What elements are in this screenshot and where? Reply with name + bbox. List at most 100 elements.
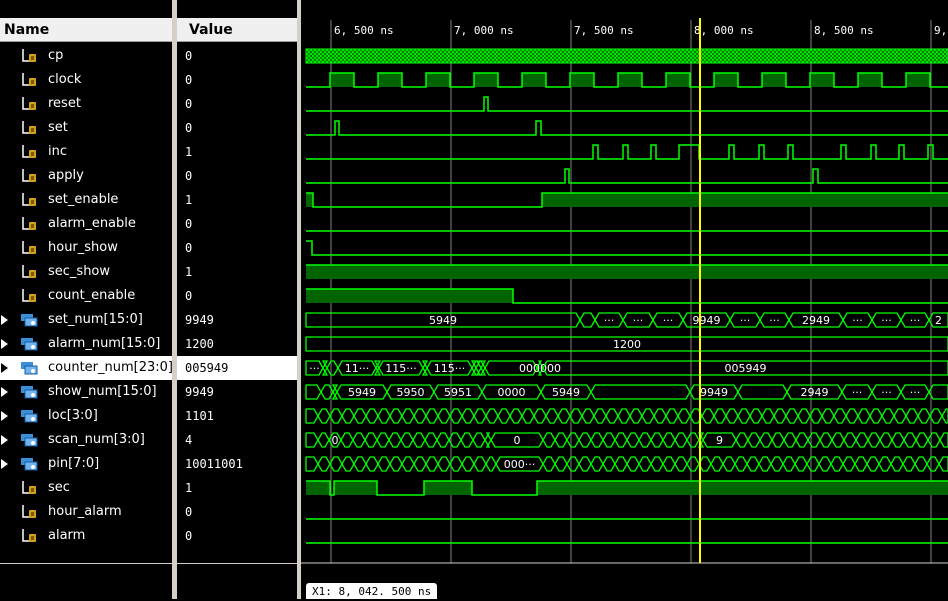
high-fill — [762, 73, 786, 87]
high-fill — [714, 73, 738, 87]
signal-value: 1 — [185, 145, 193, 159]
bus-segment — [785, 408, 799, 424]
bus-segment — [484, 432, 492, 448]
bus-segment — [305, 432, 319, 448]
scalar-signal-icon — [22, 505, 36, 518]
expand-arrow-icon[interactable] — [1, 363, 8, 373]
bus-segment — [593, 408, 607, 424]
signal-value: 1 — [185, 481, 193, 495]
high-fill — [858, 73, 882, 87]
bus-signal-icon — [21, 338, 38, 351]
bus-segment — [879, 432, 893, 448]
waveform-area[interactable]: 6, 500 ns 7, 000 ns 7, 500 ns 8, 000 ns 8, 5… — [301, 0, 948, 599]
signal-row[interactable]: counter_num[23:0] — [0, 356, 173, 380]
bus-segment — [629, 408, 643, 424]
bus-value-label: 5950 — [397, 386, 425, 399]
bus-segment — [747, 432, 761, 448]
digital-waveform — [306, 240, 948, 256]
scalar-signal-icon — [22, 97, 36, 110]
bus-segment — [938, 456, 948, 472]
signal-row[interactable]: pin[7:0] — [0, 452, 172, 476]
signal-value: 0 — [185, 97, 193, 111]
bus-segment — [759, 432, 773, 448]
bus-segment — [317, 408, 331, 424]
signal-row[interactable]: set_num[15:0] — [0, 308, 172, 332]
bus-segment — [662, 456, 676, 472]
bus-segment — [388, 432, 402, 448]
bus-segment — [928, 384, 948, 400]
bus-value-label: ··· — [910, 386, 921, 399]
bus-segment — [569, 408, 583, 424]
bus-segment — [686, 432, 700, 448]
scalar-signal-icon — [22, 169, 36, 182]
signal-value: 1200 — [185, 337, 214, 351]
signal-row[interactable]: inc — [0, 140, 172, 164]
bus-segment — [590, 456, 604, 472]
bus-value-label: 0 — [514, 434, 521, 447]
bus-segment — [677, 408, 691, 424]
bus-segment — [686, 456, 700, 472]
signal-row[interactable]: sec_show — [0, 260, 172, 284]
signal-row[interactable]: scan_num[3:0] — [0, 428, 172, 452]
signal-name: counter_num[23:0] — [48, 360, 173, 375]
signal-row[interactable]: set — [0, 116, 172, 140]
value-header[interactable]: Value — [177, 18, 297, 42]
expand-arrow-icon[interactable] — [1, 435, 8, 445]
bus-segment — [893, 408, 907, 424]
bus-segment — [737, 408, 751, 424]
expand-arrow-icon[interactable] — [1, 339, 8, 349]
signal-row[interactable]: count_enable — [0, 284, 172, 308]
bus-segment — [472, 432, 486, 448]
name-header[interactable]: Name — [0, 18, 172, 42]
time-tick-label: 8, 000 ns — [694, 24, 754, 37]
bus-segment — [475, 360, 482, 376]
bus-segment — [903, 432, 917, 448]
bus-segment — [554, 432, 568, 448]
signal-name: alarm — [48, 528, 86, 543]
signal-row[interactable]: alarm_num[15:0] — [0, 332, 172, 356]
high-fill — [424, 481, 472, 495]
signal-row[interactable]: alarm — [0, 524, 172, 548]
high-fill — [906, 73, 930, 87]
signal-row[interactable]: reset — [0, 92, 172, 116]
bus-value-label: 2949 — [801, 386, 829, 399]
bus-segment — [461, 408, 475, 424]
bus-segment — [461, 456, 475, 472]
signal-row[interactable]: hour_show — [0, 236, 172, 260]
signal-row[interactable]: cp — [0, 44, 172, 68]
expand-arrow-icon[interactable] — [1, 411, 8, 421]
bus-segment — [917, 408, 931, 424]
high-fill — [537, 481, 948, 495]
signal-row[interactable]: clock — [0, 68, 172, 92]
bus-segment — [425, 408, 439, 424]
bus-segment — [843, 432, 857, 448]
signal-value: 0 — [185, 49, 193, 63]
signal-row[interactable]: hour_alarm — [0, 500, 172, 524]
bus-value-label: 2949 — [802, 314, 830, 327]
signal-value: 0 — [185, 289, 193, 303]
signal-row[interactable]: show_num[15:0] — [0, 380, 172, 404]
signal-name: cp — [48, 48, 64, 63]
bus-value-label: 5949 — [552, 386, 580, 399]
signal-row[interactable]: loc[3:0] — [0, 404, 172, 428]
bus-segment — [734, 456, 748, 472]
expand-arrow-icon[interactable] — [1, 459, 8, 469]
bus-segment — [783, 432, 797, 448]
bus-segment — [389, 456, 403, 472]
high-fill — [306, 265, 948, 279]
bus-segment — [437, 456, 451, 472]
bus-value-label: 115··· — [385, 362, 417, 375]
expand-arrow-icon[interactable] — [1, 315, 8, 325]
bus-segment — [737, 384, 788, 400]
signal-row[interactable]: alarm_enable — [0, 212, 172, 236]
expand-arrow-icon[interactable] — [1, 387, 8, 397]
bus-segment — [939, 432, 948, 448]
signal-row[interactable]: sec — [0, 476, 172, 500]
signal-row[interactable]: apply — [0, 164, 172, 188]
bus-value-label: 5949 — [429, 314, 457, 327]
signal-row[interactable]: set_enable — [0, 188, 172, 212]
scalar-signal-icon — [22, 121, 36, 134]
bus-value-label: ··· — [881, 314, 892, 327]
bus-segment — [579, 312, 596, 328]
signal-name: apply — [48, 168, 84, 183]
